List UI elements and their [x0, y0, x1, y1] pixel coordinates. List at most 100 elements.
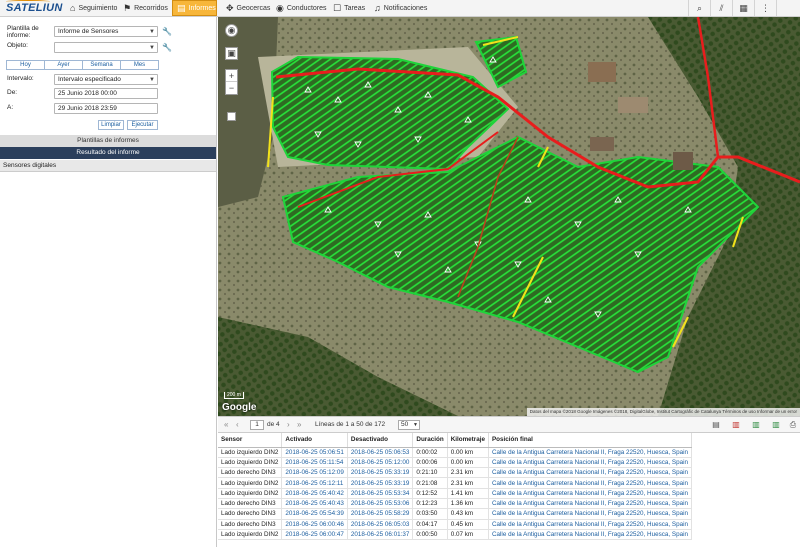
table-row[interactable]: Lado derecho DIN3 2018-06-25 05:12:09 2018…: [218, 467, 693, 479]
cell-activado[interactable]: 2018-06-25 05:12:11: [281, 477, 348, 489]
cell-activado[interactable]: 2018-06-25 06:00:47: [281, 529, 348, 541]
cell-activado[interactable]: 2018-06-25 05:11:54: [281, 457, 348, 469]
cell-desactivado[interactable]: 2018-06-25 05:53:06: [347, 498, 414, 510]
intervalo-select[interactable]: Intervalo especificado ▼: [54, 74, 158, 85]
tab-recorridos[interactable]: ⚑ Recorridos: [119, 0, 172, 16]
cell-activado[interactable]: 2018-06-25 05:40:42: [281, 488, 348, 499]
col-sensor[interactable]: Sensor: [218, 433, 283, 448]
tab-tareas[interactable]: ☐ Tareas: [329, 0, 369, 16]
search-button[interactable]: ⌕: [688, 0, 710, 16]
table-row[interactable]: Lado derecho DIN3 2018-06-25 06:00:46 2018…: [218, 519, 693, 530]
ruler-button[interactable]: [227, 112, 236, 121]
cell-desactivado[interactable]: 2018-06-25 06:05:03: [347, 519, 414, 530]
excel-icon[interactable]: ▥: [750, 419, 762, 431]
cell-activado[interactable]: 2018-06-25 05:06:51: [281, 447, 348, 458]
page-input[interactable]: 1: [250, 420, 264, 430]
cell-posicion-final[interactable]: Calle de la Antigua Carretera Nacional I…: [488, 447, 693, 458]
mes-button[interactable]: Mes: [120, 60, 159, 70]
cell-posicion-final[interactable]: Calle de la Antigua Carretera Nacional I…: [488, 519, 693, 530]
cell-activado[interactable]: 2018-06-25 06:00:46: [281, 519, 348, 530]
cell-desactivado[interactable]: 2018-06-25 06:01:37: [347, 529, 414, 541]
wrench-icon[interactable]: 🔧: [162, 43, 172, 52]
cell-sensor: Lado derecho DIN3: [218, 508, 283, 520]
table-row[interactable]: Lado izquierdo DIN2 2018-06-25 05:11:54 20…: [218, 457, 693, 469]
toolbar-end: [776, 0, 800, 16]
cell-duracion: 0:04:17: [412, 519, 448, 530]
apps-grid-button[interactable]: ▦: [732, 0, 754, 16]
map-view[interactable]: ◉ ▣ + − 200 m Google Datos del mapa ©201…: [218, 17, 800, 416]
sensores-digitales-item[interactable]: Sensores digitales: [0, 160, 216, 172]
map-type-button[interactable]: ▣: [225, 47, 238, 60]
street-view-button[interactable]: ◉: [225, 24, 238, 37]
plantilla-select[interactable]: Informe de Sensores ▼: [54, 26, 158, 37]
objeto-select[interactable]: ▼: [54, 42, 158, 53]
cell-kilometraje: 0.07 km: [447, 529, 489, 541]
cell-desactivado[interactable]: 2018-06-25 05:53:34: [347, 488, 414, 499]
tab-informes[interactable]: ▤ Informes: [172, 0, 217, 16]
hoy-button[interactable]: Hoy: [6, 60, 45, 70]
menu-button[interactable]: ⋮: [754, 0, 776, 16]
table-row[interactable]: Lado derecho DIN3 2018-06-25 05:40:43 2018…: [218, 498, 693, 510]
wrench-icon[interactable]: 🔧: [162, 27, 172, 36]
cell-duracion: 0:03:50: [412, 508, 448, 520]
tab-notificaciones[interactable]: ♫ Notificaciones: [370, 0, 431, 16]
col-kilometraje[interactable]: Kilometraje: [447, 433, 489, 448]
de-date-input[interactable]: 25 Junio 2018 00:00: [54, 88, 158, 99]
plantillas-section[interactable]: Plantillas de informes: [0, 135, 216, 147]
search-icon: ⌕: [696, 2, 703, 13]
xls-icon[interactable]: ▥: [770, 419, 782, 431]
cell-activado[interactable]: 2018-06-25 05:40:43: [281, 498, 348, 510]
cell-posicion-final[interactable]: Calle de la Antigua Carretera Nacional I…: [488, 488, 693, 499]
col-activado[interactable]: Activado: [281, 433, 348, 448]
table-row[interactable]: Lado izquierdo DIN2 2018-06-25 05:12:11 20…: [218, 477, 693, 489]
cell-desactivado[interactable]: 2018-06-25 05:58:29: [347, 508, 414, 520]
limpiar-button[interactable]: Limpiar: [98, 120, 124, 130]
cell-desactivado[interactable]: 2018-06-25 05:06:53: [347, 447, 414, 458]
cell-posicion-final[interactable]: Calle de la Antigua Carretera Nacional I…: [488, 467, 693, 479]
zoom-out-button[interactable]: −: [226, 82, 237, 94]
cell-desactivado[interactable]: 2018-06-25 05:33:19: [347, 467, 414, 479]
a-date-input[interactable]: 29 Junio 2018 23:59: [54, 103, 158, 114]
satellite-map[interactable]: [218, 17, 800, 416]
cell-posicion-final[interactable]: Calle de la Antigua Carretera Nacional I…: [488, 457, 693, 469]
menu-icon: ⋮: [761, 2, 770, 13]
chart-button[interactable]: ⫽: [710, 0, 732, 16]
first-page-icon[interactable]: «: [224, 420, 228, 429]
prev-page-icon[interactable]: ‹: [236, 420, 239, 429]
tab-seguimiento[interactable]: ⌂ Seguimiento: [66, 0, 121, 16]
ejecutar-button[interactable]: Ejecutar: [127, 120, 158, 130]
col-duracion[interactable]: Duración: [412, 433, 448, 448]
last-page-icon[interactable]: »: [297, 420, 301, 429]
table-row[interactable]: Lado izquierdo DIN2 2018-06-25 05:06:51 20…: [218, 447, 693, 458]
cell-posicion-final[interactable]: Calle de la Antigua Carretera Nacional I…: [488, 529, 693, 541]
sateliun-logo[interactable]: SATELIUN: [6, 0, 63, 14]
ayer-button[interactable]: Ayer: [44, 60, 83, 70]
cell-kilometraje: 0.00 km: [447, 457, 489, 469]
cell-posicion-final[interactable]: Calle de la Antigua Carretera Nacional I…: [488, 498, 693, 510]
pdf-icon[interactable]: ▥: [730, 419, 742, 431]
cell-duracion: 0:00:06: [412, 457, 448, 469]
semana-button[interactable]: Semana: [82, 60, 121, 70]
cell-posicion-final[interactable]: Calle de la Antigua Carretera Nacional I…: [488, 508, 693, 520]
tab-geocercas[interactable]: ✥ Geocercas: [222, 0, 274, 16]
bell-icon: ♫: [374, 2, 381, 13]
cell-desactivado[interactable]: 2018-06-25 05:12:00: [347, 457, 414, 469]
table-row[interactable]: Lado izquierdo DIN2 2018-06-25 06:00:47 20…: [218, 529, 693, 541]
chevron-down-icon: ▼: [149, 77, 155, 83]
per-page-select[interactable]: 50 ▼: [398, 420, 420, 430]
table-row[interactable]: Lado derecho DIN3 2018-06-25 05:54:39 2018…: [218, 508, 693, 520]
zoom-in-button[interactable]: +: [226, 70, 237, 82]
print-icon[interactable]: ▤: [710, 419, 722, 431]
resultado-section[interactable]: Resultado del informe: [0, 147, 216, 159]
col-desactivado[interactable]: Desactivado: [347, 433, 414, 448]
cell-posicion-final[interactable]: Calle de la Antigua Carretera Nacional I…: [488, 477, 693, 489]
print-icon[interactable]: ⎙: [787, 419, 799, 431]
tab-conductores[interactable]: ◉ Conductores: [272, 0, 331, 16]
cell-duracion: 0:00:50: [412, 529, 448, 541]
col-posicion-final[interactable]: Posición final: [488, 433, 693, 448]
table-row[interactable]: Lado izquierdo DIN2 2018-06-25 05:40:42 20…: [218, 488, 693, 499]
cell-activado[interactable]: 2018-06-25 05:12:09: [281, 467, 348, 479]
next-page-icon[interactable]: ›: [287, 420, 290, 429]
cell-activado[interactable]: 2018-06-25 05:54:39: [281, 508, 348, 520]
cell-desactivado[interactable]: 2018-06-25 05:33:19: [347, 477, 414, 489]
